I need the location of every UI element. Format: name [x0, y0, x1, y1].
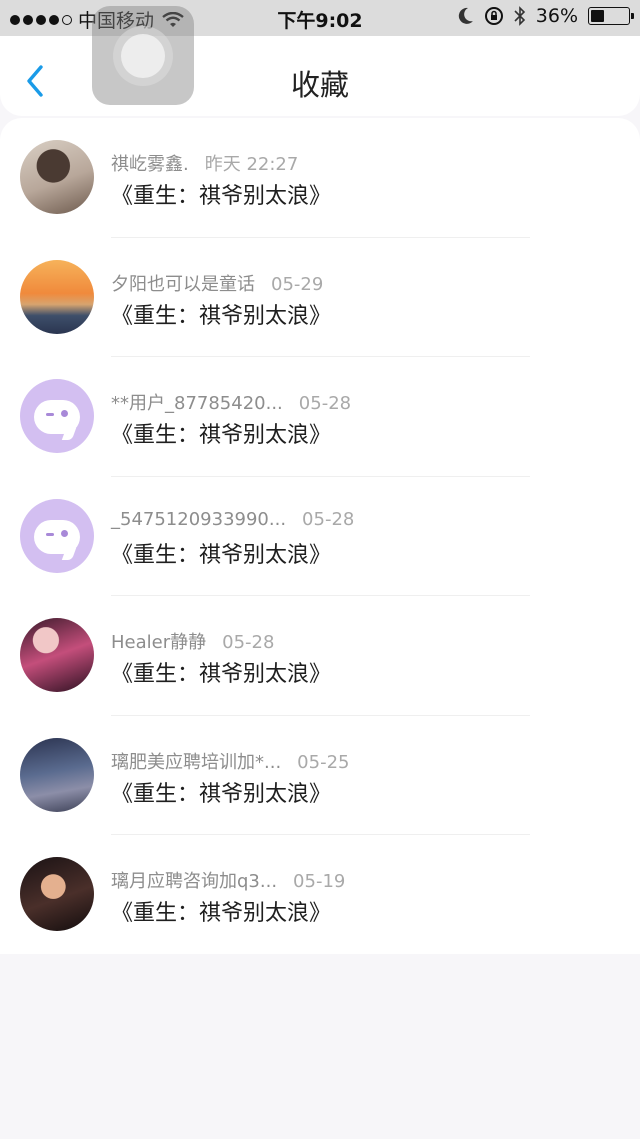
- avatar[interactable]: [20, 737, 94, 812]
- username: **用户_87785420...: [111, 393, 283, 414]
- list-item[interactable]: _5475120933990... 05-28 《重生：祺爷别太浪》: [0, 477, 640, 596]
- item-meta: _5475120933990... 05-28: [111, 509, 354, 530]
- avatar[interactable]: [20, 618, 94, 692]
- chat-bubble-icon: [34, 400, 80, 440]
- work-title: 《重生：祺爷别太浪》: [111, 184, 332, 209]
- date: 05-25: [297, 751, 350, 773]
- avatar[interactable]: [20, 259, 94, 334]
- date: 05-28: [298, 393, 352, 414]
- username: 夕阳也可以是童话: [111, 273, 255, 295]
- rotation-lock-icon: [484, 7, 503, 25]
- avatar[interactable]: [20, 857, 94, 931]
- avatar[interactable]: [20, 379, 94, 453]
- battery-percent: 36%: [535, 5, 578, 27]
- item-meta: **用户_87785420... 05-28: [111, 389, 351, 415]
- item-meta: 夕阳也可以是童话 05-29: [111, 270, 323, 296]
- assistive-touch-button[interactable]: [92, 6, 194, 105]
- chat-bubble-icon: [34, 519, 80, 560]
- date: 05-28: [302, 508, 355, 530]
- username: 璃肥美应聘培训加*...: [111, 751, 282, 773]
- work-title: 《重生：祺爷别太浪》: [111, 542, 332, 568]
- list-item[interactable]: 夕阳也可以是童话 05-29 《重生：祺爷别太浪》: [0, 238, 640, 357]
- item-meta: 璃肥美应聘培训加*... 05-25: [111, 748, 349, 774]
- list-item[interactable]: 祺屹雾鑫. 昨天 22:27 《重生：祺爷别太浪》: [0, 118, 640, 238]
- favorites-list: 祺屹雾鑫. 昨天 22:27 《重生：祺爷别太浪》 夕阳也可以是童话 05-29 《…: [0, 118, 640, 954]
- list-item[interactable]: 璃肥美应聘培训加*... 05-25 《重生：祺爷别太浪》: [0, 716, 640, 835]
- work-title: 《重生：祺爷别太浪》: [111, 662, 332, 687]
- list-item[interactable]: Healer静静 05-28 《重生：祺爷别太浪》: [0, 596, 640, 716]
- work-title: 《重生：祺爷别太浪》: [111, 303, 332, 329]
- date: 05-29: [271, 273, 324, 295]
- work-title: 《重生：祺爷别太浪》: [111, 423, 332, 448]
- item-meta: Healer静静 05-28: [111, 628, 274, 654]
- date: 昨天 22:27: [204, 154, 299, 175]
- list-item[interactable]: 璃月应聘咨询加q3... 05-19 《重生：祺爷别太浪》: [0, 835, 640, 955]
- item-meta: 祺屹雾鑫. 昨天 22:27: [111, 150, 298, 176]
- list-item[interactable]: **用户_87785420... 05-28 《重生：祺爷别太浪》: [0, 357, 640, 477]
- username: 璃月应聘咨询加q3...: [111, 871, 278, 892]
- date: 05-19: [293, 871, 346, 892]
- work-title: 《重生：祺爷别太浪》: [111, 901, 332, 926]
- bluetooth-icon: [514, 6, 525, 26]
- moon-icon: [458, 7, 473, 24]
- username: _5475120933990...: [111, 508, 287, 530]
- item-meta: 璃月应聘咨询加q3... 05-19: [111, 867, 345, 893]
- status-right: 36%: [458, 5, 634, 27]
- date: 05-28: [222, 632, 275, 653]
- work-title: 《重生：祺爷别太浪》: [111, 781, 332, 807]
- username: Healer静静: [111, 632, 207, 653]
- battery-icon: [588, 7, 634, 25]
- avatar[interactable]: [20, 140, 94, 214]
- avatar[interactable]: [20, 498, 94, 573]
- username: 祺屹雾鑫.: [111, 154, 189, 175]
